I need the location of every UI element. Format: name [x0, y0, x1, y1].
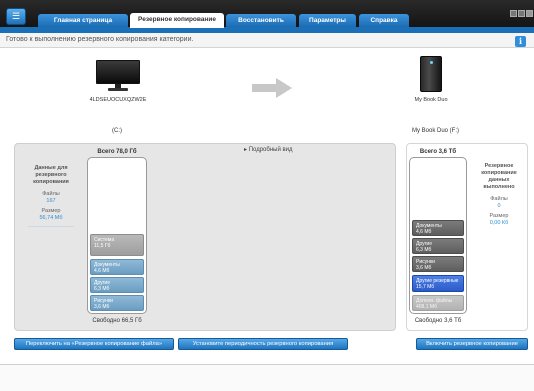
source-device-name: 4LDSEUOCUXQZW2E — [89, 97, 147, 103]
target-segment-pictures[interactable]: Рисунки 3,6 Мб — [412, 256, 464, 272]
target-segment-documents[interactable]: Документы 4,6 Мб — [412, 220, 464, 236]
source-segment-other[interactable]: Другие 6,3 Мб — [90, 277, 144, 293]
tab-backup[interactable]: Резервное копирование — [130, 13, 224, 28]
source-info-block: Данные для резервного копирования Файлы … — [28, 165, 74, 227]
target-device-name: My Book Duo — [414, 97, 448, 103]
wd-backup-window: ☰ Главная страница Резервное копирование… — [0, 0, 534, 391]
target-capacity-bar: Документы 4,6 Мб Другие 6,3 Мб Рисунки 3… — [409, 157, 467, 314]
switch-file-backup-button[interactable]: Переключить на «Резервное копирование фа… — [14, 338, 174, 350]
target-info-block: Резервное копирование данных выполнено Ф… — [476, 163, 522, 226]
segment-value: 4,6 Мб — [94, 268, 110, 274]
source-segment-documents[interactable]: Документы 4,6 Мб — [90, 259, 144, 275]
close-icon[interactable] — [526, 10, 533, 17]
app-logo-icon[interactable]: ☰ — [6, 8, 26, 25]
source-size-label: Размер — [41, 208, 61, 214]
enable-backup-button[interactable]: Включить резервное копирование — [416, 338, 528, 350]
segment-value: 6,3 Мб — [416, 247, 432, 253]
external-drive-icon — [420, 56, 442, 92]
target-total-label: Всего 3,6 Тб — [419, 149, 457, 155]
segment-value: 15,7 Мб — [416, 284, 435, 290]
source-files-label: Файлы — [42, 191, 60, 197]
segment-value: 4,6 Мб — [416, 229, 432, 235]
tab-home[interactable]: Главная страница — [38, 14, 128, 27]
segment-value: 3,6 Мб — [416, 265, 432, 271]
target-segment-other[interactable]: Другие 6,3 Мб — [412, 238, 464, 254]
target-segment-extra-files[interactable]: Дополн. файлы 408,1 Мб — [412, 295, 464, 311]
target-segment-other-backups[interactable]: Другие резервные 15,7 Мб — [412, 275, 464, 292]
source-files-value: 167 — [46, 198, 56, 204]
source-drive-label: (C:) — [112, 128, 122, 134]
target-files-label: Файлы — [490, 196, 508, 202]
transfer-arrow-icon — [252, 78, 292, 98]
target-files-value: 0 — [497, 203, 501, 209]
source-free-label: Свободно 66,5 Гб — [92, 318, 142, 324]
minimize-icon[interactable] — [510, 10, 517, 17]
target-drive-label: My Book Duo (F:) — [412, 128, 460, 134]
tab-restore[interactable]: Восстановить — [226, 14, 296, 27]
target-free-label: Свободно 3,6 Тб — [414, 318, 462, 324]
computer-monitor-icon — [96, 60, 140, 91]
source-size-value: 56,74 Мб — [39, 215, 63, 221]
target-size-label: Размер — [489, 213, 509, 219]
target-info-title: Резервное копирование данных выполнено — [481, 163, 517, 190]
detail-view-label[interactable]: Подробный вид — [249, 147, 293, 153]
set-frequency-button[interactable]: Установите периодичность резервного копи… — [178, 338, 348, 350]
source-info-title: Данные для резервного копирования — [33, 165, 69, 185]
segment-value: 6,3 Мб — [94, 286, 110, 292]
tab-settings[interactable]: Параметры — [299, 14, 356, 27]
maximize-icon[interactable] — [518, 10, 525, 17]
source-segment-pictures[interactable]: Рисунки 3,6 Мб — [90, 295, 144, 311]
source-info-divider — [28, 226, 74, 227]
target-size-value: 0,00 Кб — [489, 220, 509, 226]
info-icon[interactable]: i — [515, 36, 526, 47]
tab-help[interactable]: Справка — [359, 14, 409, 27]
source-segment-system[interactable]: Система 11,5 Гб — [90, 234, 144, 256]
footer-area — [0, 365, 534, 391]
segment-value: 11,5 Гб — [94, 243, 111, 249]
source-capacity-bar: Система 11,5 Гб Документы 4,6 Мб Другие … — [87, 157, 147, 314]
detail-view-link[interactable]: ▸ Подробный вид — [244, 146, 293, 153]
segment-value: 3,6 Мб — [94, 304, 110, 310]
segment-value: 408,1 Мб — [416, 304, 437, 310]
source-total-label: Всего 78,0 Гб — [97, 149, 137, 155]
status-message: Готово к выполнению резервного копирован… — [6, 36, 194, 43]
